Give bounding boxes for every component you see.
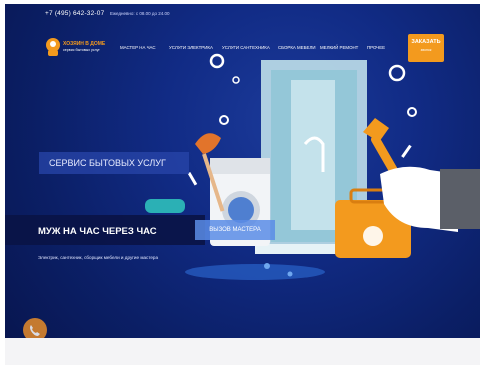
nav-item-electrician[interactable]: УСЛУГИ ЭЛЕКТРИКА xyxy=(169,45,213,50)
pipe-icon xyxy=(145,199,185,213)
nut-icon xyxy=(219,115,229,125)
phone-call-button[interactable] xyxy=(23,318,47,338)
water-puddle xyxy=(185,264,325,280)
call-master-button[interactable]: ВЫЗОВ МАСТЕРА xyxy=(195,220,275,240)
plunger-icon xyxy=(195,133,221,154)
nut-icon xyxy=(209,53,225,69)
phone-number[interactable]: +7 (495) 642-32-07 xyxy=(45,10,104,17)
nav-item-plumber[interactable]: УСЛУГИ САНТЕХНИКА xyxy=(222,45,270,50)
hero-tagline-service: СЕРВИС БЫТОВЫХ УСЛУГ xyxy=(39,152,189,174)
hero-subline: Электрик, сантехник, сборщик мебели и др… xyxy=(38,255,159,260)
working-hours: Ежедневно: с 08.00 до 24.00 xyxy=(110,11,170,16)
nav-item-other[interactable]: ПРОЧЕЕ xyxy=(367,45,385,50)
nav-item-master-na-chas[interactable]: МАСТЕР НА ЧАС xyxy=(120,45,156,50)
water-drop xyxy=(287,271,293,277)
hero-headline: МУЖ НА ЧАС ЧЕРЕЗ ЧАС xyxy=(38,226,157,237)
logo-subtitle: сервис бытовых услуг xyxy=(63,48,100,52)
page-bottom-strip xyxy=(5,338,480,365)
sleeve xyxy=(440,169,480,229)
order-call-button[interactable]: ЗАКАЗАТЬ звонок xyxy=(408,34,444,62)
top-bar: +7 (495) 642-32-07 Ежедневно: с 08.00 до… xyxy=(5,4,480,26)
screw-icon xyxy=(401,144,412,158)
hero-section: +7 (495) 642-32-07 Ежедневно: с 08.00 до… xyxy=(5,4,480,338)
logo-icon[interactable] xyxy=(45,37,61,57)
nut-icon xyxy=(232,76,240,84)
order-button-label: ЗАКАЗАТЬ xyxy=(411,39,441,45)
order-button-sub: звонок xyxy=(420,48,432,52)
phone-icon xyxy=(30,325,40,336)
nut-icon xyxy=(388,64,406,82)
water-drop xyxy=(264,263,270,269)
logo-text[interactable]: ХОЗЯИН В ДОМЕ xyxy=(63,41,105,47)
screw-icon xyxy=(187,171,198,186)
nav-item-furniture-assembly[interactable]: СБОРКА МЕБЕЛИ xyxy=(278,45,316,50)
nav-item-minor-repair[interactable]: МЕЛКИЙ РЕМОНТ xyxy=(320,45,358,50)
nut-icon xyxy=(407,107,417,117)
